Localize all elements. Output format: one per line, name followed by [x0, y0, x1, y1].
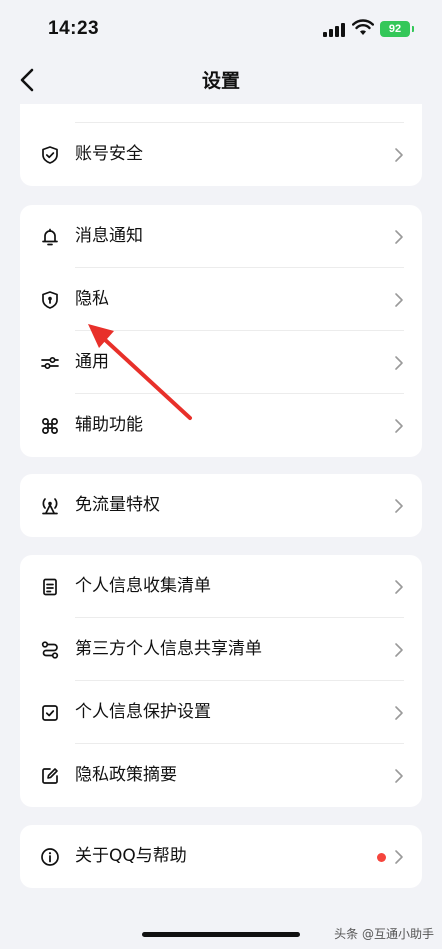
privacy-shield-icon — [42, 290, 58, 309]
settings-item-about-help[interactable]: 关于QQ与帮助 — [20, 825, 422, 888]
bell-icon — [42, 228, 58, 245]
settings-item-free-data[interactable]: 免流量特权 — [20, 474, 422, 537]
battery-level: 92 — [388, 23, 402, 35]
settings-item-privacy[interactable]: 隐私 — [20, 268, 422, 331]
settings-item-label: 通用 — [75, 352, 109, 372]
chevron-right-icon — [395, 292, 403, 307]
settings-item-info-protection[interactable]: 个人信息保护设置 — [20, 681, 422, 744]
status-time: 14:23 — [48, 18, 100, 39]
settings-item-label: 账号安全 — [75, 144, 143, 164]
chevron-right-icon — [395, 849, 403, 864]
chevron-right-icon — [395, 579, 403, 594]
chevron-right-icon — [395, 147, 403, 162]
settings-item-label: 消息通知 — [75, 226, 143, 246]
edit-icon — [42, 767, 58, 784]
chevron-right-icon — [395, 418, 403, 433]
settings-item-label: 关于QQ与帮助 — [75, 846, 187, 866]
notification-dot — [377, 852, 386, 862]
settings-group-data: 免流量特权 — [20, 474, 422, 537]
document-icon — [43, 578, 57, 595]
antenna-icon — [42, 497, 58, 514]
settings-item-label: 隐私 — [75, 289, 109, 309]
chevron-right-icon — [395, 498, 403, 513]
settings-item-label: 隐私政策摘要 — [75, 765, 177, 785]
settings-item-label: 第三方个人信息共享清单 — [75, 639, 262, 659]
shield-check-icon — [42, 145, 58, 164]
settings-item-accessibility[interactable]: 辅助功能 — [20, 394, 422, 457]
settings-group-account: 账号安全 — [20, 104, 422, 186]
settings-item-account-security[interactable]: 账号安全 — [20, 122, 422, 186]
page-title: 设置 — [201, 70, 240, 92]
status-bar: 14:23 92 — [0, 0, 442, 56]
command-icon — [42, 417, 58, 434]
home-indicator[interactable] — [142, 932, 300, 937]
settings-group-general: 消息通知 隐私 通用 辅助功能 — [20, 205, 422, 457]
settings-item-label: 免流量特权 — [75, 495, 160, 515]
settings-group-about: 关于QQ与帮助 — [20, 825, 422, 888]
settings-item-third-party-sharing[interactable]: 第三方个人信息共享清单 — [20, 618, 422, 681]
share-route-icon — [41, 640, 59, 659]
settings-item-privacy-summary[interactable]: 隐私政策摘要 — [20, 744, 422, 807]
watermark: 头条 @互通小助手 — [334, 927, 434, 941]
chevron-right-icon — [395, 229, 403, 244]
cellular-signal-icon — [323, 21, 345, 37]
settings-item-info-collection[interactable]: 个人信息收集清单 — [20, 555, 422, 618]
chevron-right-icon — [395, 768, 403, 783]
nav-bar: 设置 — [0, 56, 442, 104]
chevron-right-icon — [395, 705, 403, 720]
wifi-icon — [352, 19, 374, 35]
settings-item-general[interactable]: 通用 — [20, 331, 422, 394]
chevron-right-icon — [395, 355, 403, 370]
settings-group-personal-info: 个人信息收集清单 第三方个人信息共享清单 个人信息保护设置 隐私政策摘要 — [20, 555, 422, 807]
info-icon — [41, 847, 59, 866]
settings-item-label: 个人信息收集清单 — [75, 576, 211, 596]
sliders-icon — [41, 356, 59, 369]
settings-item-label: 个人信息保护设置 — [75, 702, 211, 722]
settings-item-notifications[interactable]: 消息通知 — [20, 205, 422, 268]
battery-icon: 92 — [380, 21, 414, 37]
settings-item-label: 辅助功能 — [75, 415, 143, 435]
chevron-right-icon — [395, 642, 403, 657]
checkbox-icon — [42, 704, 58, 721]
